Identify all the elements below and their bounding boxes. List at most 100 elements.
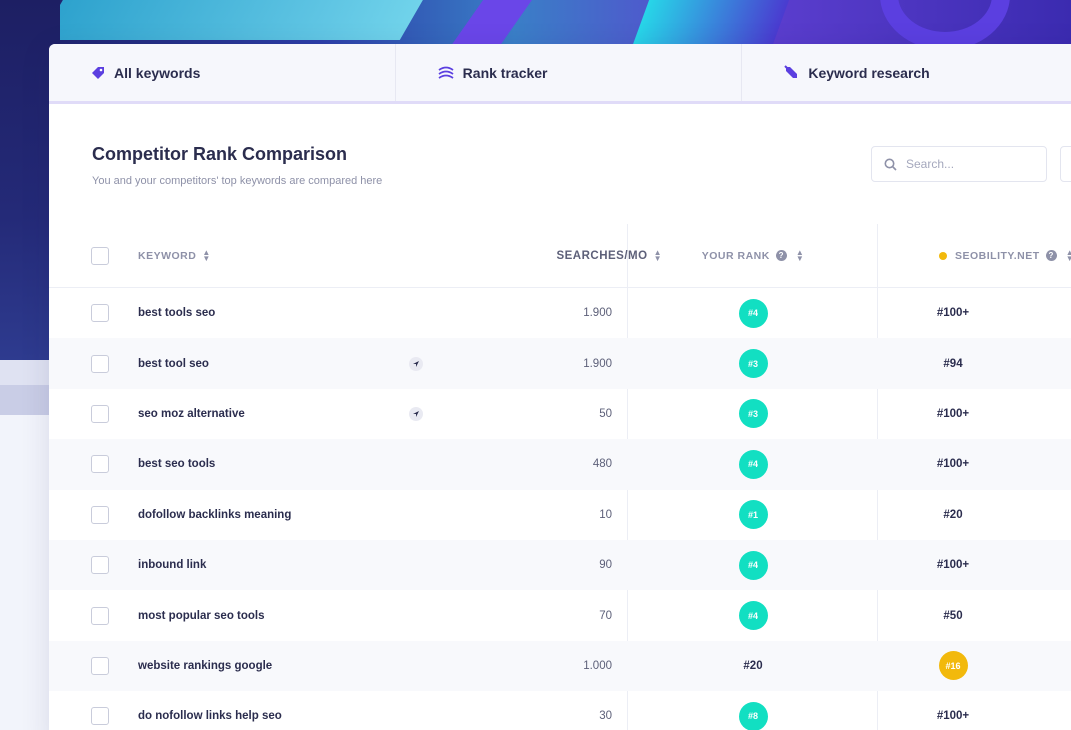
competitor-rank-value: #50	[943, 609, 963, 622]
keyword-cell: website rankings google	[138, 659, 273, 672]
column-header-your-rank[interactable]: YOUR RANK ? ▲ ▼	[628, 247, 878, 263]
competitor-rank-cell: #100+	[878, 710, 1071, 722]
table-row[interactable]: best seo tools 480 #4 #100+	[49, 439, 1071, 490]
row-checkbox[interactable]	[91, 606, 109, 625]
row-checkbox[interactable]	[91, 404, 109, 423]
table-row[interactable]: best tool seo 1.900 #3 #94	[49, 338, 1071, 389]
searches-cell: 10	[599, 508, 612, 521]
competitor-rank-value: #100+	[936, 559, 970, 572]
rank-badge: #1	[738, 500, 768, 530]
table-row[interactable]: most popular seo tools 70 #4 #50	[49, 590, 1071, 640]
tab-label: Keyword research	[808, 64, 930, 81]
competitor-rank-cell: #100+	[878, 307, 1071, 319]
keyword-cell: best tool seo	[138, 357, 209, 370]
competitor-rank-cell: #100+	[878, 458, 1071, 470]
table-row[interactable]: do nofollow links help seo 30 #8 #100+	[49, 691, 1071, 730]
competitor-rank-badge: #16	[938, 651, 968, 681]
your-rank-cell: #20	[628, 660, 878, 672]
competitor-rank-value: #94	[943, 357, 963, 370]
searches-cell: 480	[592, 458, 612, 471]
row-checkbox[interactable]	[91, 707, 109, 726]
competitor-rank-value: #20	[943, 508, 963, 521]
your-rank-cell: #4	[628, 298, 878, 328]
main-card: All keywords Rank tracker Keyword resear…	[49, 44, 1071, 730]
row-checkbox[interactable]	[91, 656, 109, 675]
rank-badge: #4	[738, 550, 768, 580]
row-checkbox[interactable]	[91, 455, 109, 474]
competitor-color-dot	[939, 251, 947, 260]
table-row[interactable]: seo moz alternative 50 #3 #100+	[49, 389, 1071, 439]
select-all-checkbox[interactable]	[91, 246, 109, 265]
competitor-rank-value: #100+	[936, 407, 970, 420]
row-checkbox[interactable]	[91, 304, 109, 323]
keyword-cell: dofollow backlinks meaning	[138, 508, 292, 521]
tag-icon	[92, 66, 104, 79]
table-row[interactable]: website rankings google 1.000 #20 #16	[49, 640, 1071, 692]
search-placeholder: Search...	[906, 157, 955, 171]
row-checkbox[interactable]	[91, 556, 109, 575]
competitor-rank-cell: #50	[878, 610, 1071, 622]
rank-badge: #3	[738, 399, 768, 429]
tab-bar: All keywords Rank tracker Keyword resear…	[49, 44, 1071, 104]
rank-badge: #4	[738, 449, 768, 479]
sort-icon: ▲ ▼	[795, 247, 805, 263]
sort-icon: ▲ ▼	[1065, 247, 1071, 263]
tab-rank-tracker[interactable]: Rank tracker	[396, 44, 743, 101]
table-header-row: KEYWORD ▲ ▼ SEARCHES/MO ▲ ▼ YOUR RANK ? ▲ ▼…	[49, 224, 1071, 288]
keyword-cell: do nofollow links help seo	[138, 710, 282, 723]
your-rank-cell: #4	[628, 601, 878, 631]
competitor-rank-value: #100+	[936, 458, 970, 471]
help-icon[interactable]: ?	[1045, 250, 1057, 261]
column-header-competitor[interactable]: SEOBILITY.NET ? ▲ ▼	[939, 247, 1071, 263]
your-rank-cell: #4	[628, 449, 878, 479]
page-title: Competitor Rank Comparison	[92, 144, 348, 164]
competitor-rank-cell: #20	[878, 509, 1071, 521]
layers-icon	[438, 66, 454, 79]
rank-badge: #4	[738, 298, 768, 328]
section-header: Competitor Rank Comparison You and your …	[92, 144, 382, 187]
competitor-rank-cell: #100+	[878, 559, 1071, 571]
filter-button[interactable]	[1060, 146, 1071, 182]
help-icon[interactable]: ?	[775, 250, 787, 261]
your-rank-cell: #3	[628, 399, 878, 429]
competitor-rank-value: #100+	[936, 307, 970, 320]
searches-cell: 90	[599, 559, 612, 572]
row-checkbox[interactable]	[91, 505, 109, 524]
row-checkbox[interactable]	[91, 354, 109, 373]
table-row[interactable]: dofollow backlinks meaning 10 #1 #20	[49, 490, 1071, 540]
keyword-table: KEYWORD ▲ ▼ SEARCHES/MO ▲ ▼ YOUR RANK ? ▲ ▼…	[49, 224, 1071, 730]
tab-keyword-research[interactable]: Keyword research	[742, 44, 1071, 101]
tab-all-keywords[interactable]: All keywords	[49, 44, 396, 101]
column-header-label: YOUR RANK	[701, 249, 770, 262]
searches-cell: 30	[599, 710, 612, 723]
keyword-cell: inbound link	[138, 559, 207, 572]
competitor-rank-cell: #16	[878, 651, 1071, 681]
search-icon	[884, 158, 897, 171]
page-subtitle: You and your competitors' top keywords a…	[92, 175, 383, 187]
tab-label: All keywords	[114, 64, 201, 81]
your-rank-cell: #1	[628, 500, 878, 530]
navigation-arrow-icon[interactable]	[409, 356, 423, 371]
keyword-cell: best seo tools	[138, 458, 216, 471]
searches-cell: 50	[599, 407, 612, 420]
rank-badge: #8	[738, 701, 768, 730]
search-input[interactable]: Search...	[871, 146, 1047, 182]
searches-cell: 1.900	[583, 357, 612, 370]
column-header-label: KEYWORD	[138, 249, 197, 262]
your-rank-cell: #3	[628, 349, 878, 379]
your-rank-cell: #8	[628, 701, 878, 730]
column-header-keyword[interactable]: KEYWORD ▲ ▼	[138, 248, 211, 262]
table-row[interactable]: best tools seo 1.900 #4 #100+	[49, 288, 1071, 338]
competitor-rank-cell: #94	[878, 358, 1071, 370]
competitor-rank-cell: #100+	[878, 408, 1071, 420]
searches-cell: 70	[599, 609, 612, 622]
table-row[interactable]: inbound link 90 #4 #100+	[49, 539, 1071, 591]
navigation-arrow-icon[interactable]	[409, 406, 423, 421]
keyword-cell: best tools seo	[138, 307, 216, 320]
keyword-cell: seo moz alternative	[138, 407, 245, 420]
your-rank-cell: #4	[628, 550, 878, 580]
column-header-label: SEOBILITY.NET	[955, 249, 1040, 262]
rank-badge: #3	[738, 349, 768, 379]
rank-badge: #4	[738, 601, 768, 631]
rank-value: #20	[743, 659, 763, 672]
